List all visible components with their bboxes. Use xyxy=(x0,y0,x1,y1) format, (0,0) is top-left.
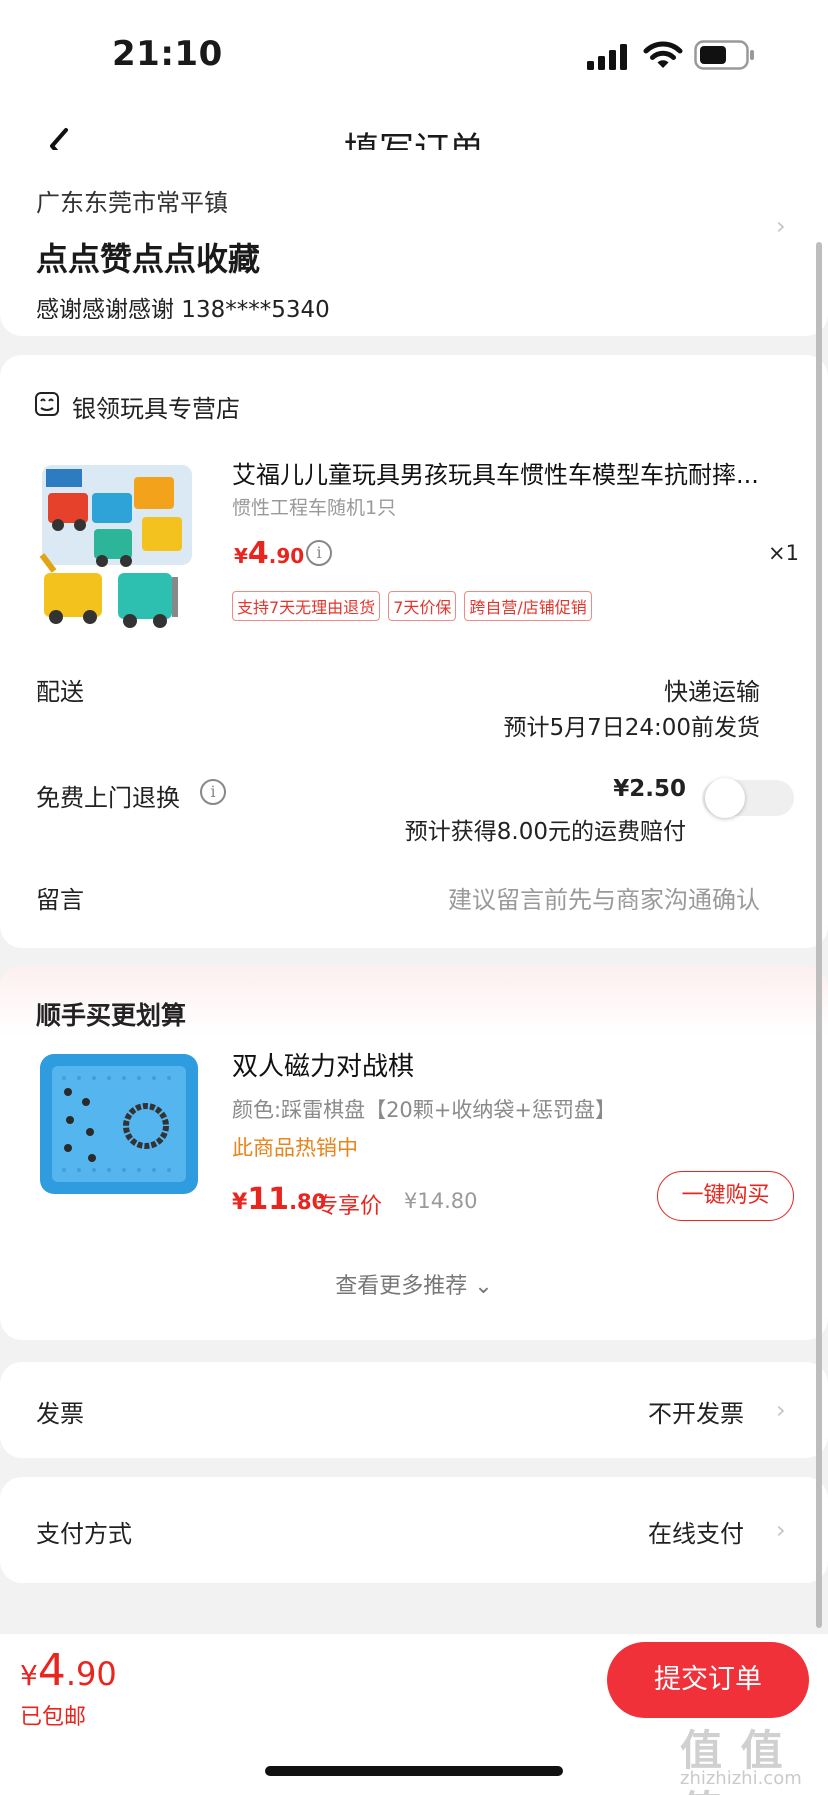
recommend-title: 顺手买更划算 xyxy=(36,1001,187,1030)
exclusive-price-label: 专享价 xyxy=(316,1194,383,1219)
cellular-signal-icon xyxy=(587,44,627,70)
shipping-eta: 预计5月7日24:00前发货 xyxy=(503,715,760,741)
address-name: 点点赞点点收藏 xyxy=(36,240,261,278)
service-tag: 跨自营/店铺促销 xyxy=(464,591,592,621)
scrollbar[interactable] xyxy=(816,242,822,1628)
home-indicator[interactable] xyxy=(265,1766,563,1776)
recommend-product-spec: 颜色:踩雷棋盘【20颗+收纳袋+惩罚盘】 xyxy=(232,1098,616,1122)
product-image[interactable] xyxy=(34,455,210,631)
return-service-label: 免费上门退换 xyxy=(36,784,180,812)
product-spec: 惯性工程车随机1只 xyxy=(232,497,397,519)
service-tags: 支持7天无理由退货 7天价保 跨自营/店铺促销 xyxy=(232,591,592,621)
shipping-label: 配送 xyxy=(36,678,84,706)
hot-sale-label: 此商品热销中 xyxy=(232,1136,358,1160)
chevron-right-icon[interactable]: › xyxy=(776,212,786,240)
message-input[interactable]: 建议留言前先与商家沟通确认 xyxy=(448,880,760,915)
payment-label: 支付方式 xyxy=(36,1520,132,1548)
product-quantity: ×1 xyxy=(768,541,799,565)
recommend-price: ¥11.80 xyxy=(232,1182,327,1217)
one-click-buy-button[interactable]: 一键购买 xyxy=(657,1171,794,1221)
message-label: 留言 xyxy=(36,886,84,914)
payment-value[interactable]: 在线支付 xyxy=(648,1514,744,1549)
watermark-url: zhizhizhi.com xyxy=(680,1768,802,1789)
price-info-icon[interactable]: i xyxy=(306,540,332,566)
status-time: 21:10 xyxy=(112,34,223,74)
store-name[interactable]: 银领玩具专营店 xyxy=(72,389,240,424)
return-service-note: 预计获得8.00元的运费赔付 xyxy=(404,819,686,845)
invoice-value[interactable]: 不开发票 xyxy=(648,1394,744,1429)
address-contact: 感谢感谢感谢 138****5340 xyxy=(36,297,330,323)
shipping-method[interactable]: 快递运输 xyxy=(664,672,760,707)
original-price: ¥14.80 xyxy=(404,1189,478,1213)
chevron-right-icon[interactable]: › xyxy=(776,1516,786,1544)
recommend-product-image[interactable] xyxy=(34,1040,204,1210)
battery-icon xyxy=(694,40,754,70)
return-service-price: ¥2.50 xyxy=(613,776,686,802)
free-shipping-note: 已包邮 xyxy=(20,1705,87,1730)
service-tag: 7天价保 xyxy=(388,591,457,621)
wifi-icon xyxy=(643,41,683,68)
store-icon xyxy=(35,392,59,416)
service-tag: 支持7天无理由退货 xyxy=(232,591,381,621)
order-card xyxy=(0,355,828,948)
submit-order-button[interactable]: 提交订单 xyxy=(607,1642,809,1718)
recommend-product-name[interactable]: 双人磁力对战棋 xyxy=(232,1046,414,1083)
invoice-label: 发票 xyxy=(36,1400,84,1428)
product-title[interactable]: 艾福儿儿童玩具男孩玩具车惯性车模型车抗耐摔... xyxy=(232,455,794,490)
chevron-right-icon[interactable]: › xyxy=(776,1396,786,1424)
more-recommendations-link[interactable]: 查看更多推荐 ⌄ xyxy=(0,1268,828,1300)
toggle-knob[interactable] xyxy=(705,778,745,818)
product-price: ¥4.90 xyxy=(234,536,305,571)
info-icon[interactable]: i xyxy=(200,779,226,805)
address-region: 广东东莞市常平镇 xyxy=(36,189,228,217)
total-price: ¥4.90 xyxy=(20,1645,117,1696)
